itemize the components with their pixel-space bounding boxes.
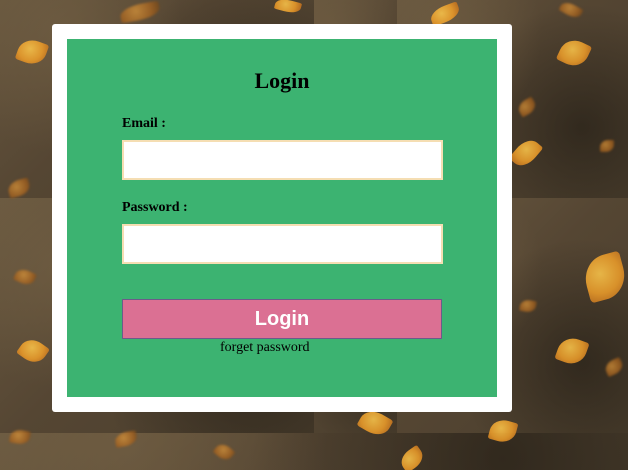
email-field[interactable]	[122, 140, 443, 180]
login-button[interactable]: Login	[122, 299, 442, 339]
password-field[interactable]	[122, 224, 443, 264]
email-label: Email :	[122, 116, 166, 131]
background-tile	[0, 433, 628, 470]
password-label: Password :	[122, 200, 188, 215]
forget-password-link[interactable]: forget password	[220, 340, 310, 356]
login-title: Login	[254, 68, 310, 93]
